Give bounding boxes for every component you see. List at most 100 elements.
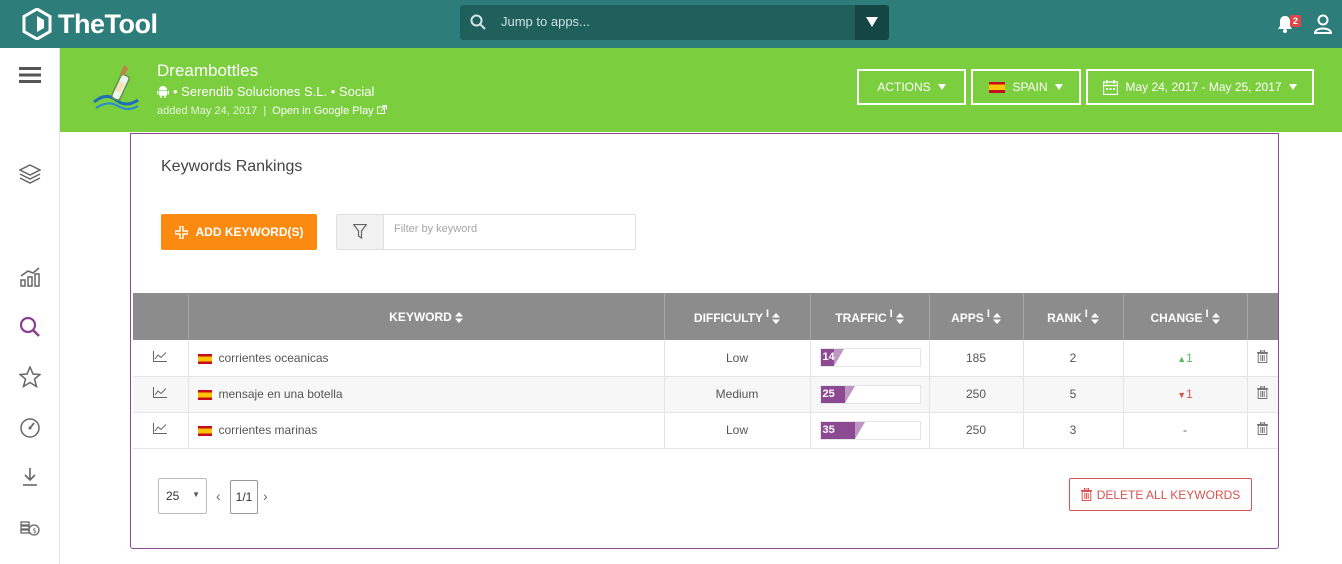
keyword-filter [336, 214, 636, 250]
chevron-right-icon[interactable]: › [263, 488, 268, 504]
download-icon[interactable] [19, 466, 41, 488]
row-delete-cell[interactable] [1247, 412, 1278, 448]
table-row: mensaje en una botella Medium 25 250 5 ▼1 [133, 376, 1278, 412]
difficulty-cell: Low [664, 340, 811, 376]
header-traffic-label: TRAFFIC [835, 311, 887, 325]
app-name: Dreambottles [157, 61, 259, 80]
star-icon[interactable] [19, 366, 41, 388]
keyword-cell: corrientes oceanicas [188, 340, 665, 376]
header-keyword-label: KEYWORD [389, 309, 452, 324]
row-delete-cell[interactable] [1247, 376, 1278, 412]
revenue-coins-icon[interactable]: $ [19, 516, 41, 538]
apps-cell: 185 [929, 340, 1024, 376]
header-chart-col [133, 293, 189, 340]
hamburger-menu-icon[interactable] [19, 64, 41, 86]
brand-name: TheTool [58, 8, 158, 39]
app-developer-line: • Serendib Soluciones S.L. • Social [157, 84, 374, 99]
traffic-cell: 35 [810, 412, 930, 448]
brand-logo[interactable]: TheTool [22, 8, 158, 40]
info-icon[interactable]: i [766, 308, 769, 320]
traffic-bar: 14 [819, 348, 921, 368]
keyword-text: corrientes oceanicas [218, 350, 329, 365]
row-chart-cell[interactable] [133, 340, 189, 376]
info-icon[interactable]: i [890, 308, 893, 320]
jump-to-apps-search[interactable]: Jump to apps... [460, 5, 889, 40]
dreambottles-app-icon[interactable] [92, 62, 140, 118]
svg-text:$: $ [32, 527, 36, 535]
funnel-icon [353, 224, 367, 239]
trash-icon[interactable] [1257, 421, 1269, 435]
open-in-google-play-link[interactable]: Open in Google Play [272, 105, 387, 117]
delete-all-keywords-button[interactable]: DELETE ALL KEYWORDS [1069, 478, 1252, 511]
app-added-date: added May 24, 2017 [157, 105, 258, 117]
header-traffic[interactable]: TRAFFIC i [810, 293, 930, 340]
sort-icon [992, 313, 1001, 325]
header-change[interactable]: CHANGE i [1123, 293, 1248, 340]
country-dropdown-button[interactable]: SPAIN [971, 69, 1081, 105]
speedometer-icon[interactable] [19, 416, 41, 438]
info-icon[interactable]: i [1205, 308, 1208, 320]
trash-icon[interactable] [1257, 349, 1269, 363]
row-chart-cell[interactable] [133, 376, 189, 412]
info-icon[interactable]: i [987, 308, 990, 320]
meta-separator: | [263, 105, 267, 117]
layers-icon[interactable] [19, 163, 41, 185]
rank-cell: 2 [1023, 340, 1124, 376]
analytics-chart-icon[interactable] [19, 266, 41, 288]
info-icon[interactable]: i [1085, 308, 1088, 320]
table-header-row: KEYWORD DIFFICULTY i TRAFFIC i APPS i RANK i… [133, 293, 1278, 340]
change-value: - [1183, 423, 1187, 437]
traffic-value: 14 [822, 351, 835, 364]
caret-down-icon [1288, 84, 1297, 90]
spain-flag-icon [197, 389, 212, 400]
delete-all-label: DELETE ALL KEYWORDS [1096, 487, 1241, 502]
cube-logo-icon [22, 8, 52, 40]
page-size-select[interactable]: 25 ▼ [158, 478, 207, 514]
keywords-table: KEYWORD DIFFICULTY i TRAFFIC i APPS i RANK i… [133, 293, 1278, 449]
app-header: Dreambottles • Serendib Soluciones S.L. … [60, 48, 1342, 132]
keyword-search-icon[interactable] [19, 316, 41, 338]
difficulty-cell: Medium [664, 376, 811, 412]
trash-icon[interactable] [1257, 385, 1269, 399]
change-cell: - [1123, 412, 1248, 448]
row-chart-cell[interactable] [133, 412, 189, 448]
chevron-left-icon[interactable]: ‹ [216, 488, 221, 504]
android-icon [157, 86, 169, 98]
date-range-picker-button[interactable]: May 24, 2017 - May 25, 2017 [1086, 69, 1314, 105]
add-keywords-button[interactable]: ADD KEYWORD(S) [161, 214, 317, 250]
trash-icon [1080, 488, 1092, 501]
caret-down-icon [1054, 84, 1063, 90]
user-icon[interactable] [1313, 14, 1333, 34]
date-range-label: May 24, 2017 - May 25, 2017 [1125, 80, 1282, 94]
sort-icon [895, 313, 904, 325]
keywords-rankings-card: Keywords Rankings ADD KEYWORD(S) KEYWORD… [130, 133, 1279, 549]
filter-keyword-input[interactable] [394, 223, 624, 235]
trend-chart-icon[interactable] [153, 423, 168, 434]
trend-chart-icon[interactable] [153, 387, 168, 398]
change-value: 1 [1186, 387, 1193, 401]
app-meta: added May 24, 2017 | Open in Google Play [157, 105, 387, 117]
rank-cell: 5 [1023, 376, 1124, 412]
search-dropdown-button[interactable] [855, 5, 889, 40]
page-indicator[interactable]: 1/1 [230, 480, 258, 514]
traffic-bar: 25 [819, 384, 921, 404]
trend-chart-icon[interactable] [153, 350, 168, 362]
spain-flag-icon [989, 81, 1006, 93]
change-value: 1 [1186, 350, 1193, 365]
actions-dropdown-button[interactable]: ACTIONS [857, 69, 966, 105]
keyword-cell: corrientes marinas [188, 412, 665, 448]
traffic-value: 25 [822, 387, 835, 400]
header-rank[interactable]: RANK i [1023, 293, 1124, 340]
header-apps[interactable]: APPS i [929, 293, 1024, 340]
traffic-cell: 14 [810, 340, 930, 376]
header-keyword[interactable]: KEYWORD [188, 293, 665, 340]
dropdown-arrow-icon: ▼ [192, 490, 200, 499]
caret-down-icon [937, 84, 946, 90]
apps-cell: 250 [929, 376, 1024, 412]
header-difficulty[interactable]: DIFFICULTY i [664, 293, 811, 340]
header-actions-col [1247, 293, 1278, 340]
keyword-text: corrientes marinas [218, 423, 318, 437]
table-row: corrientes marinas Low 35 250 3 - [133, 412, 1278, 448]
row-delete-cell[interactable] [1247, 340, 1278, 376]
sort-icon [1211, 313, 1220, 325]
